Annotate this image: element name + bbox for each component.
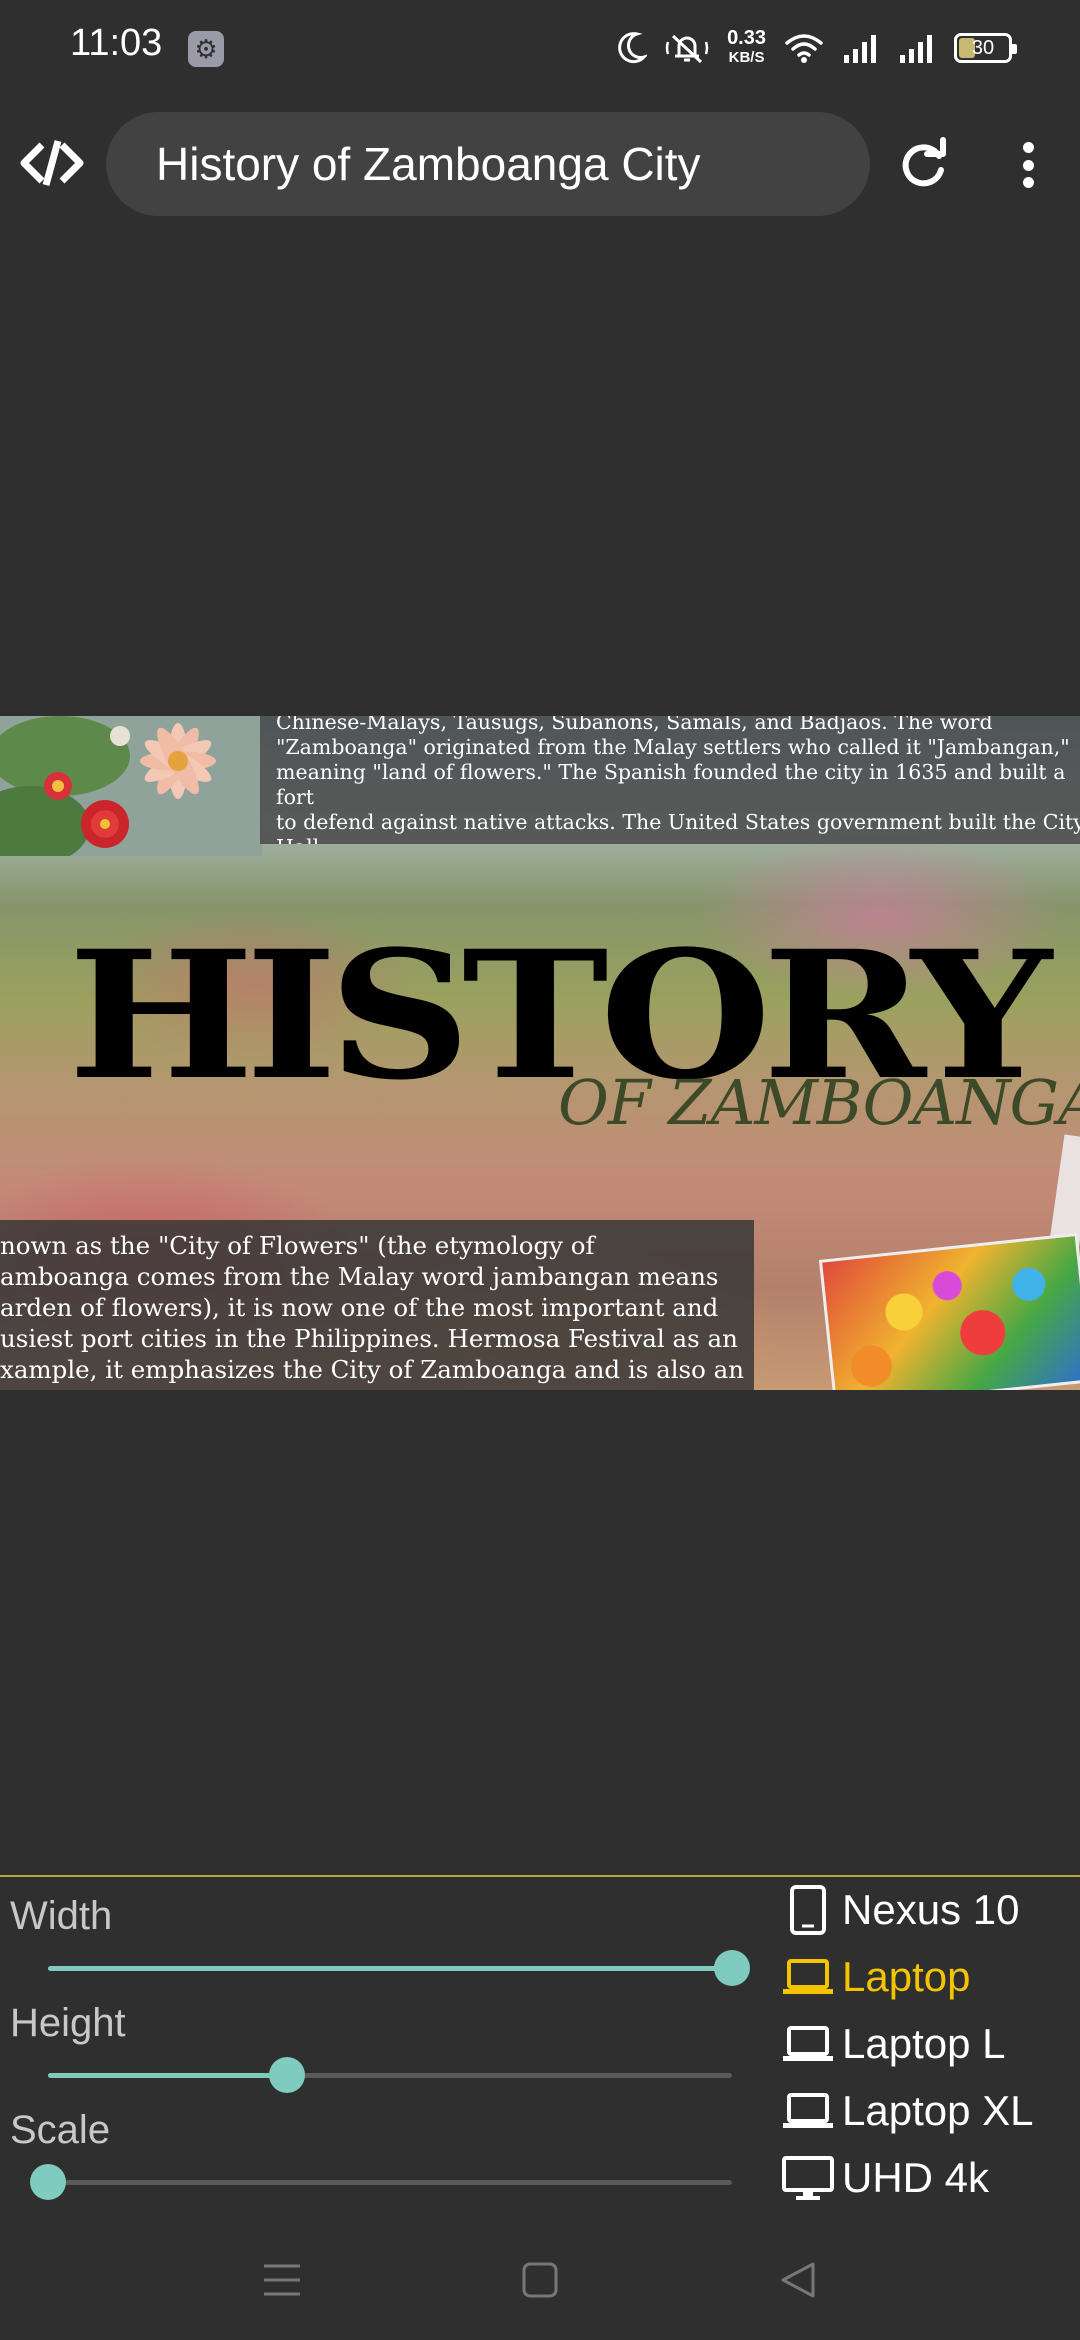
tablet-icon <box>780 1882 836 1938</box>
signal-1-icon <box>844 35 876 63</box>
history-intro-text: Chinese-Malays, Tausugs, Subanons, Samal… <box>260 716 1080 844</box>
signal-2-icon <box>900 35 932 63</box>
text-line: arden of flowers), it is now one of the … <box>0 1293 719 1322</box>
recent-apps-button[interactable] <box>252 2255 312 2305</box>
more-options-button[interactable] <box>1006 138 1050 192</box>
device-label: Laptop XL <box>842 2087 1034 2134</box>
text-line: usiest port cities in the Philippines. H… <box>0 1324 738 1353</box>
url-input[interactable]: History of Zamboanga City <box>106 112 870 216</box>
status-icons: 0.33 KB/S 30 <box>617 26 1017 70</box>
flower-image <box>0 716 262 856</box>
history-subheading: OF ZAMBOANGA C <box>558 1066 1080 1139</box>
moon-icon <box>618 32 648 64</box>
height-label: Height <box>10 2001 126 2045</box>
mute-bell-icon <box>665 34 709 64</box>
app-logo-button[interactable] <box>20 136 84 190</box>
text-line: amboanga comes from the Malay word jamba… <box>0 1262 719 1291</box>
code-brackets-icon <box>20 140 84 186</box>
device-label: Laptop <box>842 1953 971 2000</box>
device-laptop-l[interactable]: Laptop L <box>780 2014 1006 2074</box>
battery-icon: 30 <box>954 33 1017 63</box>
browser-toolbar: History of Zamboanga City <box>0 108 1080 218</box>
device-label: Nexus 10 <box>842 1886 1020 1933</box>
device-label: Laptop L <box>842 2020 1006 2067</box>
width-label: Width <box>10 1894 113 1938</box>
menu-icon <box>264 2264 300 2296</box>
text-line: nown as the "City of Flowers" (the etymo… <box>0 1231 595 1260</box>
text-line: xample, it emphasizes the City of Zamboa… <box>0 1355 745 1384</box>
laptop-icon <box>780 2083 836 2139</box>
device-nexus-10[interactable]: Nexus 10 <box>780 1880 1019 1940</box>
square-icon <box>522 2262 558 2298</box>
network-speed-value: 0.33 <box>727 27 766 49</box>
scale-label: Scale <box>10 2108 111 2152</box>
status-time: 11:03 <box>70 22 163 64</box>
scale-slider[interactable] <box>30 2164 732 2200</box>
system-nav-bar <box>0 2230 1080 2340</box>
festival-photo <box>818 1232 1080 1390</box>
device-uhd-4k[interactable]: UHD 4k <box>780 2148 989 2208</box>
device-laptop-xl[interactable]: Laptop XL <box>780 2081 1034 2141</box>
width-slider[interactable] <box>48 1950 750 1986</box>
height-slider-thumb[interactable] <box>269 2057 305 2093</box>
history-intro-paragraph: Chinese-Malays, Tausugs, Subanons, Samal… <box>276 716 1080 844</box>
width-slider-fill <box>48 1966 732 1971</box>
settings-notification-icon: ⚙ <box>188 31 224 67</box>
panel-divider <box>0 1875 1080 1877</box>
height-slider[interactable] <box>48 2057 732 2093</box>
laptop-icon <box>780 2016 836 2072</box>
monitor-icon <box>780 2150 836 2206</box>
reload-icon <box>902 137 946 187</box>
width-slider-thumb[interactable] <box>714 1950 750 1986</box>
back-triangle-icon <box>781 2262 815 2298</box>
scale-slider-thumb[interactable] <box>30 2164 66 2200</box>
city-of-flowers-text: nown as the "City of Flowers" (the etymo… <box>0 1220 754 1390</box>
network-speed-unit: KB/S <box>728 49 765 66</box>
device-laptop[interactable]: Laptop <box>780 1947 970 2007</box>
home-button[interactable] <box>510 2255 570 2305</box>
network-speed: 0.33 KB/S <box>727 27 766 67</box>
webpage-preview[interactable]: Chinese-Malays, Tausugs, Subanons, Samal… <box>0 716 1080 1390</box>
battery-percent: 30 <box>971 36 995 59</box>
back-button[interactable] <box>768 2255 828 2305</box>
height-slider-fill <box>48 2073 287 2078</box>
wifi-icon <box>785 34 823 63</box>
laptop-icon <box>780 1949 836 2005</box>
status-bar: 11:03 ⚙ 0.33 KB/S 30 <box>0 0 1080 96</box>
device-label: UHD 4k <box>842 2154 990 2201</box>
reload-button[interactable] <box>895 136 951 192</box>
